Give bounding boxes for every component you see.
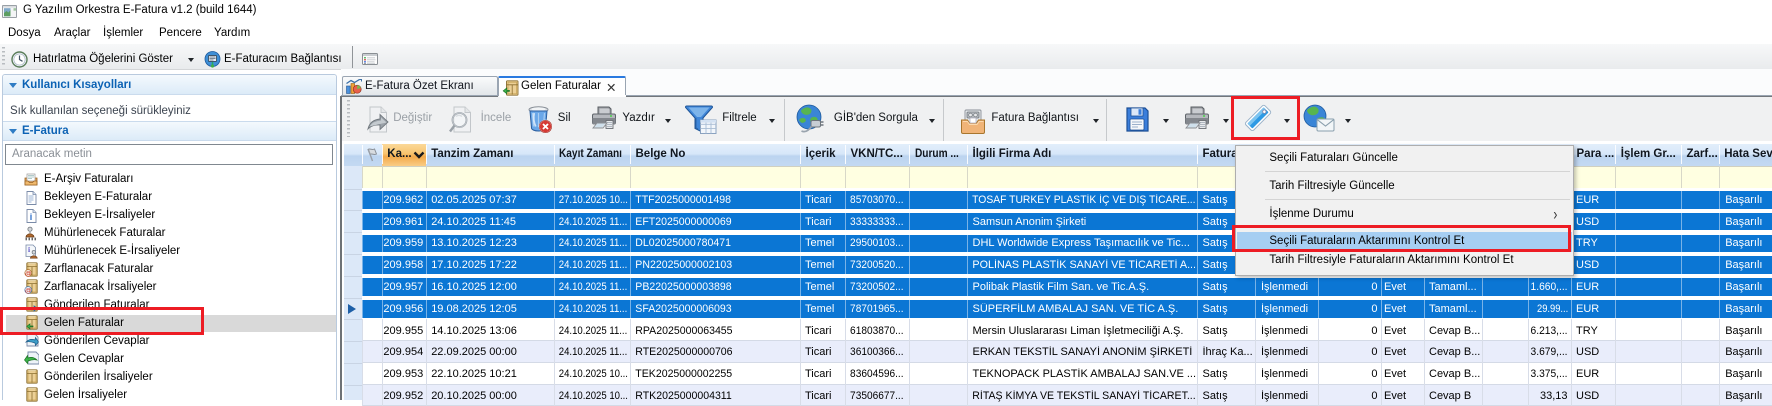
- svg-text:@: @: [25, 288, 32, 295]
- svg-text:@: @: [25, 270, 32, 277]
- svg-text:i: i: [30, 212, 33, 222]
- svg-text:i: i: [28, 245, 30, 254]
